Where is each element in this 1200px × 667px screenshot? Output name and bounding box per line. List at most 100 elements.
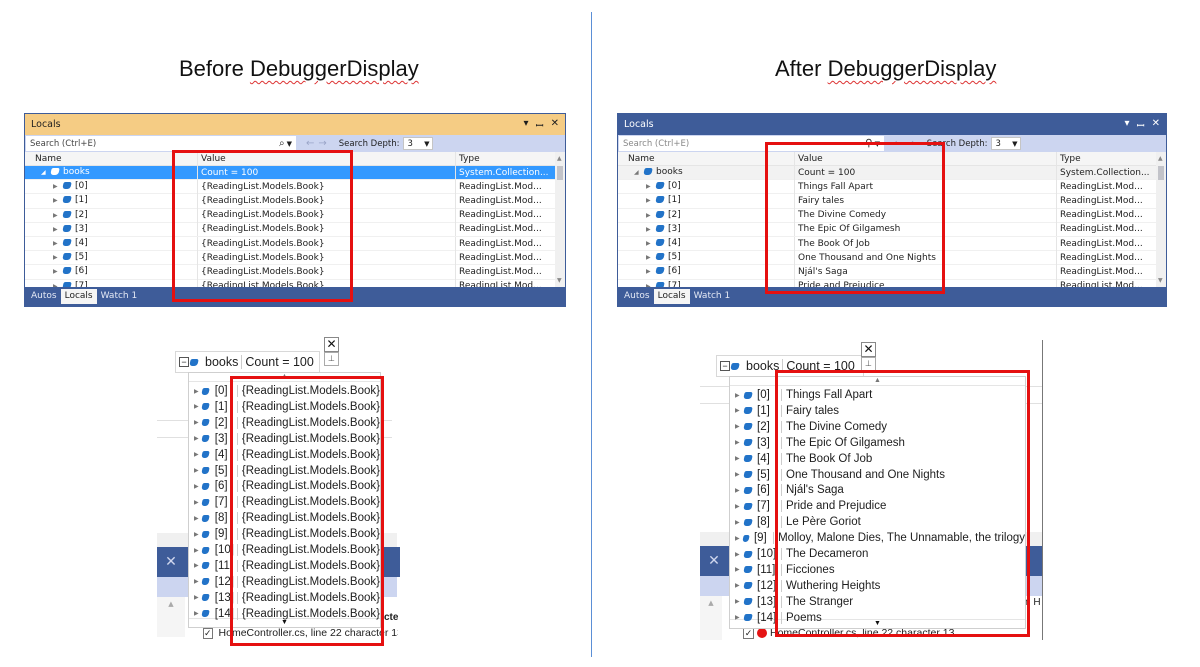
expand-triangle-icon[interactable]: ▶ <box>189 531 200 538</box>
item-value[interactable]: {ReadingList.Models.Book} <box>236 496 380 509</box>
variable-value[interactable]: Count = 100 <box>794 165 1056 180</box>
datatip-list-item[interactable]: ▶ [4] {ReadingList.Models.Book} <box>189 447 380 463</box>
nav-back-icon[interactable]: ← <box>306 138 318 149</box>
expand-triangle-icon[interactable]: ▶ <box>730 551 742 558</box>
item-value[interactable]: {ReadingList.Models.Book} <box>236 544 380 556</box>
item-value[interactable]: Poems <box>781 611 822 624</box>
expand-triangle-icon[interactable]: ▶ <box>730 392 742 399</box>
vertical-scrollbar[interactable]: ▲ ▼ <box>1156 152 1166 287</box>
ide-scroll-up-icon[interactable]: ▲ <box>157 597 185 637</box>
expand-triangle-icon[interactable]: ▶ <box>53 194 63 208</box>
expand-triangle-icon[interactable]: ▶ <box>646 180 656 194</box>
expand-triangle-icon[interactable]: ▶ <box>189 403 200 410</box>
datatip-list-item[interactable]: ▶ [9] Molloy, Malone Dies, The Unnamable, … <box>730 530 1025 546</box>
column-header-type[interactable]: Type <box>455 152 565 165</box>
expand-triangle-icon[interactable]: ▶ <box>730 582 742 589</box>
datatip-list-item[interactable]: ▶ [13] The Stranger <box>730 594 1025 610</box>
expand-triangle-icon[interactable]: ▶ <box>646 223 656 237</box>
datatip-pin-button[interactable]: ⊥ <box>861 357 876 371</box>
breakpoint-checkbox[interactable]: ✓ <box>203 627 213 639</box>
variable-value[interactable]: {ReadingList.Models.Book} <box>197 264 455 279</box>
expand-triangle-icon[interactable]: ▶ <box>730 487 742 494</box>
ide-panel-close[interactable]: ✕ <box>157 547 185 577</box>
expand-triangle-icon[interactable]: ▶ <box>646 194 656 208</box>
datatip-list-item[interactable]: ▶ [7] Pride and Prejudice <box>730 498 1025 514</box>
item-value[interactable]: Things Fall Apart <box>781 389 872 401</box>
nav-forward-icon[interactable]: → <box>906 138 918 149</box>
variable-value[interactable]: {ReadingList.Models.Book} <box>197 222 455 237</box>
scrollbar-thumb[interactable] <box>557 166 563 180</box>
column-header-name[interactable]: Name <box>618 152 794 165</box>
collapse-triangle-icon[interactable]: ◢ <box>634 166 644 180</box>
window-dropdown-icon[interactable]: ▾ <box>523 118 528 132</box>
search-options-dropdown-icon[interactable]: ▼ <box>875 140 880 148</box>
close-icon[interactable]: ✕ <box>863 342 873 356</box>
table-row-root[interactable]: ◢ books Count = 100 System.Collection... <box>25 165 565 181</box>
search-input[interactable]: Search (Ctrl+E) ⚲ ▼ <box>619 136 884 151</box>
pin-icon[interactable]: ⊥ <box>328 354 335 363</box>
table-row-root[interactable]: ◢ books Count = 100 System.Collection... <box>618 165 1166 181</box>
expand-triangle-icon[interactable]: ▶ <box>189 547 200 554</box>
expand-triangle-icon[interactable]: ▶ <box>189 451 200 458</box>
table-row[interactable]: ▶ [6] {ReadingList.Models.Book} ReadingList… <box>25 264 565 280</box>
variable-value[interactable]: {ReadingList.Models.Book} <box>197 236 455 251</box>
pin-icon[interactable]: ꟷ <box>535 118 543 132</box>
expand-triangle-icon[interactable]: ▶ <box>53 223 63 237</box>
table-row[interactable]: ▶ [0] Things Fall Apart ReadingList.Mod... <box>618 179 1166 195</box>
item-value[interactable]: {ReadingList.Models.Book} <box>236 400 380 413</box>
item-value[interactable]: Le Père Goriot <box>781 516 861 529</box>
table-row[interactable]: ▶ [2] {ReadingList.Models.Book} ReadingList… <box>25 208 565 223</box>
scroll-up-icon[interactable]: ▲ <box>557 155 562 162</box>
expand-triangle-icon[interactable]: ▶ <box>53 251 63 265</box>
datatip-list-item[interactable]: ▶ [14] Poems <box>730 610 1025 626</box>
datatip-list-item[interactable]: ▶ [2] The Divine Comedy <box>730 419 1025 435</box>
search-depth-select[interactable]: 3 ▼ <box>403 137 434 150</box>
pin-icon[interactable]: ꟷ <box>1136 118 1144 132</box>
item-value[interactable]: {ReadingList.Models.Book} <box>236 480 380 493</box>
item-value[interactable]: {ReadingList.Models.Book} <box>236 559 380 572</box>
item-value[interactable]: {ReadingList.Models.Book} <box>236 575 380 588</box>
close-icon[interactable]: ✕ <box>326 337 336 351</box>
variable-value[interactable]: {ReadingList.Models.Book} <box>197 250 455 265</box>
variable-value[interactable]: {ReadingList.Models.Book} <box>197 208 455 223</box>
ide-panel-close[interactable]: ✕ <box>700 546 728 576</box>
datatip-list-item[interactable]: ▶ [5] {ReadingList.Models.Book} <box>189 463 380 479</box>
item-value[interactable]: The Divine Comedy <box>781 420 887 433</box>
table-row[interactable]: ▶ [7] {ReadingList.Models.Book} ReadingList… <box>25 279 565 287</box>
datatip-list-item[interactable]: ▶ [9] {ReadingList.Models.Book} <box>189 526 380 542</box>
datatip-variable-value[interactable]: Count = 100 <box>241 355 314 369</box>
table-row[interactable]: ▶ [0] {ReadingList.Models.Book} ReadingList… <box>25 179 565 195</box>
item-value[interactable]: The Decameron <box>781 548 868 560</box>
search-icon[interactable]: ⌕ <box>279 138 285 149</box>
window-dropdown-icon[interactable]: ▾ <box>1124 118 1129 132</box>
nav-forward-icon[interactable]: → <box>318 138 330 149</box>
expand-triangle-icon[interactable]: ▶ <box>730 614 742 621</box>
item-value[interactable]: {ReadingList.Models.Book} <box>236 448 380 461</box>
datatip-list-item[interactable]: ▶ [7] {ReadingList.Models.Book} <box>189 494 380 510</box>
expand-triangle-icon[interactable]: ▶ <box>730 439 742 446</box>
table-row[interactable]: ▶ [7] Pride and Prejudice ReadingList.Mod..… <box>618 279 1166 287</box>
expand-triangle-icon[interactable]: ▶ <box>189 594 200 601</box>
datatip-close-button[interactable]: ✕ <box>861 342 876 357</box>
item-value[interactable]: {ReadingList.Models.Book} <box>236 512 380 525</box>
variable-value[interactable]: The Epic Of Gilgamesh <box>794 222 1056 237</box>
item-value[interactable]: {ReadingList.Models.Book} <box>236 432 380 445</box>
expand-triangle-icon[interactable]: ▶ <box>189 388 200 395</box>
expand-triangle-icon[interactable]: ▶ <box>730 535 741 542</box>
datatip-list-item[interactable]: ▶ [8] {ReadingList.Models.Book} <box>189 510 380 526</box>
expand-triangle-icon[interactable]: ▶ <box>730 471 742 478</box>
expand-triangle-icon[interactable]: ▶ <box>730 455 742 462</box>
expand-triangle-icon[interactable]: ▶ <box>189 610 200 617</box>
tab-locals[interactable]: Locals <box>60 289 97 304</box>
scroll-down-icon[interactable]: ▼ <box>557 277 562 284</box>
expand-triangle-icon[interactable]: ▶ <box>730 598 742 605</box>
variable-value[interactable]: Fairy tales <box>794 193 1056 208</box>
item-value[interactable]: {ReadingList.Models.Book} <box>236 528 380 541</box>
item-value[interactable]: The Book Of Job <box>781 452 872 465</box>
variable-value[interactable]: {ReadingList.Models.Book} <box>197 179 455 194</box>
datatip-pin-button[interactable]: ⊥ <box>324 352 339 366</box>
table-row[interactable]: ▶ [3] The Epic Of Gilgamesh ReadingList.Mod… <box>618 222 1166 237</box>
variable-value[interactable]: The Book Of Job <box>794 236 1056 251</box>
vertical-scrollbar[interactable]: ▲ ▼ <box>555 152 565 287</box>
scroll-up-icon[interactable]: ▲ <box>730 377 1025 386</box>
